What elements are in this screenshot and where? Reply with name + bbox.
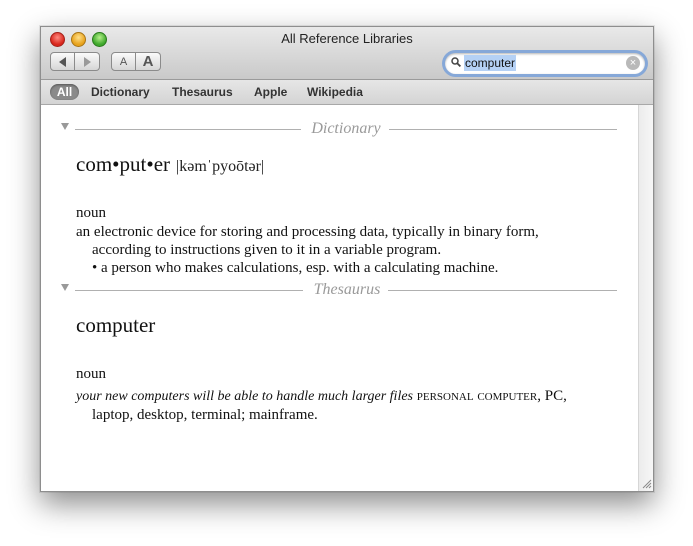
thesaurus-line: your new computers will be able to handl… (76, 387, 567, 406)
title-bar[interactable]: All Reference Libraries A A computer × (41, 27, 653, 80)
scope-all[interactable]: All (50, 84, 79, 100)
search-field[interactable]: computer × (445, 53, 645, 74)
magnifier-icon (451, 57, 461, 67)
decrease-font-button[interactable]: A (111, 52, 136, 71)
thesaurus-section-header: Thesaurus (61, 281, 617, 299)
thesaurus-entry: your new computers will be able to handl… (76, 387, 567, 424)
synonyms-line: laptop, desktop, terminal; mainframe. (92, 407, 318, 423)
back-arrow-icon (59, 56, 66, 67)
resize-grip-icon[interactable] (640, 477, 652, 489)
scope-bar: All Dictionary Thesaurus Apple Wikipedia (41, 80, 653, 105)
definition: an electronic device for storing and pro… (76, 223, 539, 277)
pronunciation: |kəmˈpyoōtər| (176, 158, 265, 175)
part-of-speech: noun (76, 366, 106, 382)
divider (75, 290, 303, 291)
section-label: Dictionary (311, 120, 381, 137)
window-title: All Reference Libraries (281, 31, 413, 46)
divider (388, 290, 617, 291)
disclosure-triangle-icon[interactable] (61, 123, 69, 130)
definition-line: according to instructions given to it in… (92, 242, 442, 258)
synonyms: , PC, (537, 388, 567, 404)
primary-synonym[interactable]: personal computer (417, 388, 538, 404)
forward-arrow-icon (83, 56, 91, 67)
divider (389, 129, 617, 130)
scope-wikipedia[interactable]: Wikipedia (307, 84, 363, 100)
thesaurus-headword: computer (76, 313, 156, 337)
scope-apple[interactable]: Apple (254, 84, 287, 100)
divider (75, 129, 301, 130)
scope-dictionary[interactable]: Dictionary (91, 84, 150, 100)
disclosure-triangle-icon[interactable] (61, 284, 69, 291)
part-of-speech: noun (76, 205, 106, 221)
search-input[interactable]: computer (464, 55, 517, 71)
dictionary-headword-line: com•put•er |kəmˈpyoōtər| (76, 152, 264, 177)
sub-definition: • a person who makes calculations, esp. … (92, 260, 499, 276)
usage-example: your new computers will be able to handl… (76, 389, 413, 404)
definition-line: an electronic device for storing and pro… (76, 224, 539, 240)
scope-thesaurus[interactable]: Thesaurus (172, 84, 233, 100)
increase-font-button[interactable]: A (136, 52, 161, 71)
back-button[interactable] (50, 52, 75, 71)
clear-search-icon[interactable]: × (626, 56, 640, 70)
results-pane[interactable]: Dictionary com•put•er |kəmˈpyoōtər| noun … (41, 105, 638, 491)
headword: com•put•er (76, 152, 171, 176)
forward-button[interactable] (75, 52, 100, 71)
section-label: Thesaurus (313, 281, 381, 298)
dictionary-window: All Reference Libraries A A computer × A… (40, 26, 654, 492)
scrollbar-track[interactable] (638, 105, 653, 491)
dictionary-section-header: Dictionary (61, 120, 617, 138)
